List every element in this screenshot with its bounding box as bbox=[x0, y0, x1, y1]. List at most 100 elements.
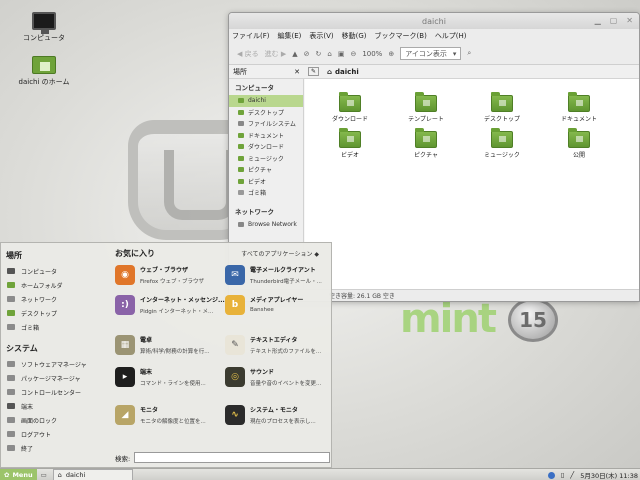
place-label: ゴミ箱 bbox=[21, 324, 40, 332]
folder-public[interactable]: 公開 bbox=[548, 128, 610, 159]
app-web-browser[interactable]: ◉ ウェブ・ブラウザ Firefox ウェブ・ブラウザ bbox=[115, 265, 225, 285]
system-terminal[interactable]: 端末 bbox=[1, 399, 105, 413]
all-applications-button[interactable]: すべてのアプリケーション ◆ bbox=[241, 249, 319, 258]
menubar: ファイル(F) 編集(E) 表示(V) 移動(G) ブックマーク(B) ヘルプ(… bbox=[229, 29, 639, 43]
menu-button[interactable]: ✿ Menu bbox=[0, 468, 37, 480]
show-desktop-icon[interactable]: ▭ bbox=[41, 471, 47, 479]
sidebar-item-videos[interactable]: ビデオ bbox=[229, 176, 303, 188]
desktop-icon-computer[interactable]: コンピュータ bbox=[14, 12, 74, 43]
folder-icon bbox=[415, 128, 437, 148]
trash-icon bbox=[238, 190, 244, 196]
menu-help[interactable]: ヘルプ(H) bbox=[435, 31, 467, 41]
app-terminal[interactable]: ▸ 端末 コマンド・ラインを使用... bbox=[115, 367, 225, 387]
forward-button[interactable]: 進む ▶ bbox=[265, 49, 287, 59]
edit-path-icon[interactable]: ✎ bbox=[308, 67, 320, 76]
folder-documents[interactable]: ドキュメント bbox=[548, 92, 610, 123]
folder-pictures[interactable]: ピクチャ bbox=[395, 128, 457, 159]
sidebar-item-label: ビデオ bbox=[248, 178, 267, 186]
close-sidebar-icon[interactable]: ✕ bbox=[294, 68, 300, 76]
place-label: ネットワーク bbox=[21, 296, 58, 304]
app-email-client[interactable]: ✉ 電子メールクライアント Thunderbird電子メール・... bbox=[225, 265, 335, 285]
folder-desktop[interactable]: デスクトップ bbox=[471, 92, 533, 123]
window-titlebar[interactable]: daichi ▁ ▢ ✕ bbox=[229, 13, 639, 29]
mint-logo-icon: ✿ bbox=[4, 470, 10, 479]
app-system-monitor[interactable]: ∿ システム・モニタ 現在のプロセスを表示し... bbox=[225, 405, 335, 425]
app-media-player[interactable]: b メディアプレイヤー Banshee bbox=[225, 295, 335, 315]
clock[interactable]: 5月30日(木) 11:38 bbox=[580, 470, 638, 480]
system-label: ソフトウェアマネージャ bbox=[21, 361, 87, 369]
home-icon[interactable]: ⌂ bbox=[327, 50, 331, 58]
network-icon[interactable]: ▯ bbox=[561, 471, 565, 479]
menu-view[interactable]: 表示(V) bbox=[309, 31, 333, 41]
taskbar-item-file-manager[interactable]: ⌂ daichi bbox=[52, 468, 133, 480]
system-lock-screen[interactable]: 画面のロック bbox=[1, 413, 105, 427]
menu-edit[interactable]: 編集(E) bbox=[278, 31, 302, 41]
view-mode-select[interactable]: アイコン表示 ▾ bbox=[400, 47, 462, 60]
search-icon[interactable]: ⌕ bbox=[467, 49, 471, 58]
up-arrow-icon[interactable]: ▲ bbox=[292, 50, 297, 58]
path-button[interactable]: ⌂ daichi bbox=[327, 68, 359, 76]
sidebar-item-label: Browse Network bbox=[248, 220, 297, 228]
home-folder-icon: ⌂ bbox=[57, 470, 62, 479]
sidebar-item-desktop[interactable]: デスクトップ bbox=[229, 107, 303, 119]
search-input[interactable] bbox=[134, 452, 331, 463]
app-text-editor[interactable]: ✎ テキストエディタ テキスト形式のファイルを... bbox=[225, 335, 335, 355]
sidebar-selector[interactable]: 場所 bbox=[233, 67, 247, 77]
sidebar-item-browse-network[interactable]: Browse Network bbox=[229, 219, 303, 231]
back-button[interactable]: ◀ 戻る bbox=[237, 49, 259, 59]
computer-icon bbox=[7, 268, 15, 274]
desktop-icon-home[interactable]: daichi のホーム bbox=[14, 56, 74, 87]
system-software-manager[interactable]: ソフトウェアマネージャ bbox=[1, 357, 105, 371]
place-desktop[interactable]: デスクトップ bbox=[1, 306, 105, 320]
system-package-manager[interactable]: パッケージマネージャ bbox=[1, 371, 105, 385]
sidebar-item-downloads[interactable]: ダウンロード bbox=[229, 141, 303, 153]
computer-icon bbox=[32, 12, 56, 34]
sidebar-item-documents[interactable]: ドキュメント bbox=[229, 130, 303, 142]
sidebar-item-label: ダウンロード bbox=[248, 144, 285, 152]
reload-icon[interactable]: ↻ bbox=[315, 50, 321, 58]
app-name: 電子メールクライアント bbox=[250, 267, 316, 274]
menu-go[interactable]: 移動(G) bbox=[342, 31, 367, 41]
place-trash[interactable]: ゴミ箱 bbox=[1, 320, 105, 334]
app-sound[interactable]: ◎ サウンド 音量や音のイベントを変更... bbox=[225, 367, 335, 387]
place-home[interactable]: ホームフォルダ bbox=[1, 278, 105, 292]
place-network[interactable]: ネットワーク bbox=[1, 292, 105, 306]
app-name: インターネット・メッセンジ... bbox=[140, 297, 225, 304]
sidebar-item-home[interactable]: daichi bbox=[229, 95, 303, 107]
trash-icon bbox=[7, 324, 15, 330]
sidebar-item-label: ファイルシステム bbox=[248, 121, 296, 129]
minimize-icon[interactable]: ▁ bbox=[595, 16, 601, 25]
folder-templates[interactable]: テンプレート bbox=[395, 92, 457, 123]
sidebar-item-label: daichi bbox=[248, 97, 266, 105]
sidebar-item-pictures[interactable]: ピクチャ bbox=[229, 164, 303, 176]
app-monitor[interactable]: ◢ モニタ モニタの解像度と位置を... bbox=[115, 405, 225, 425]
menu-file[interactable]: ファイル(F) bbox=[232, 31, 270, 41]
folder-icon bbox=[238, 132, 244, 138]
folder-icon bbox=[238, 167, 244, 173]
system-shutdown[interactable]: 終了 bbox=[1, 441, 105, 455]
volume-icon[interactable]: ╱ bbox=[570, 471, 574, 479]
sidebar-item-music[interactable]: ミュージック bbox=[229, 153, 303, 165]
maximize-icon[interactable]: ▢ bbox=[610, 16, 618, 25]
app-desc: Pidgin インターネット・メ... bbox=[140, 309, 214, 315]
app-messenger[interactable]: :) インターネット・メッセンジ... Pidgin インターネット・メ... bbox=[115, 295, 225, 315]
system-logout[interactable]: ログアウト bbox=[1, 427, 105, 441]
app-calculator[interactable]: ▦ 電卓 算術/科学/財務の計算を行... bbox=[115, 335, 225, 355]
close-icon[interactable]: ✕ bbox=[626, 16, 633, 25]
update-manager-icon[interactable] bbox=[547, 471, 555, 479]
place-computer[interactable]: コンピュータ bbox=[1, 264, 105, 278]
zoom-in-icon[interactable]: ⊕ bbox=[388, 50, 394, 58]
stop-icon[interactable]: ⊘ bbox=[304, 50, 310, 58]
computer-icon[interactable]: ▣ bbox=[338, 50, 345, 58]
zoom-out-icon[interactable]: ⊖ bbox=[350, 50, 356, 58]
folder-label: 公開 bbox=[572, 152, 585, 159]
system-label: ログアウト bbox=[21, 431, 52, 439]
folder-videos[interactable]: ビデオ bbox=[319, 128, 381, 159]
system-control-center[interactable]: コントロールセンター bbox=[1, 385, 105, 399]
folder-downloads[interactable]: ダウンロード bbox=[319, 92, 381, 123]
folder-music[interactable]: ミュージック bbox=[471, 128, 533, 159]
sidebar-item-filesystem[interactable]: ファイルシステム bbox=[229, 118, 303, 130]
menu-bookmarks[interactable]: ブックマーク(B) bbox=[375, 31, 427, 41]
toolbar: ◀ 戻る 進む ▶ ▲ ⊘ ↻ ⌂ ▣ ⊖ 100% ⊕ アイコン表示 ▾ ⌕ bbox=[229, 43, 639, 65]
sidebar-item-trash[interactable]: ゴミ箱 bbox=[229, 187, 303, 199]
